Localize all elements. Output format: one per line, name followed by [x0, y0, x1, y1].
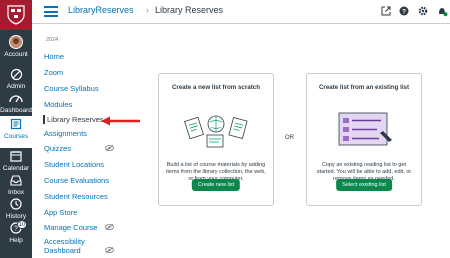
admin-shield-icon: [10, 68, 22, 80]
global-nav: Account Admin Dashboard Courses Calendar…: [0, 0, 32, 258]
nav-inbox-label: Inbox: [8, 189, 24, 196]
create-new-list-card: Create a new list from scratch Build a l…: [158, 73, 274, 206]
top-bar: LibraryReserves › Library Reserves ?: [32, 0, 450, 24]
or-divider: OR: [285, 135, 294, 141]
nav-calendar-label: Calendar: [2, 165, 30, 172]
help-circle-icon[interactable]: ?: [398, 5, 410, 17]
dashboard-icon: [9, 95, 23, 103]
reading-list-illustration-icon: [307, 106, 421, 152]
hidden-eye-icon: [105, 145, 114, 151]
notifications-icon[interactable]: [436, 5, 448, 17]
nav-help[interactable]: ? 10 Help: [0, 220, 32, 252]
book-icon: [10, 118, 22, 130]
open-external-icon[interactable]: [380, 5, 392, 17]
nav-account-label: Account: [4, 51, 28, 58]
red-pointer-arrow-icon: [101, 116, 140, 126]
institution-logo[interactable]: [0, 0, 32, 30]
course-nav-app-store[interactable]: App Store: [44, 208, 77, 217]
course-nav-zoom[interactable]: Zoom: [44, 68, 63, 77]
nav-admin-label: Admin: [6, 83, 26, 90]
nav-help-label: Help: [9, 237, 23, 244]
clock-icon: [10, 198, 22, 210]
help-badge: 10: [17, 220, 27, 229]
inbox-icon: [10, 174, 22, 186]
hidden-eye-icon: [105, 247, 114, 253]
course-nav-home[interactable]: Home: [44, 52, 64, 61]
svg-text:?: ?: [402, 8, 406, 15]
nav-dashboard-label: Dashboard: [0, 107, 32, 114]
nav-history-label: History: [5, 213, 27, 220]
course-nav-student-resources[interactable]: Student Resources: [44, 192, 108, 201]
create-new-list-title: Create a new list from scratch: [171, 84, 261, 91]
hidden-eye-icon: [105, 224, 114, 230]
course-nav-quizzes[interactable]: Quizzes: [44, 144, 71, 153]
course-nav-syllabus[interactable]: Course Syllabus: [44, 84, 99, 93]
create-from-existing-title: Create list from an existing list: [318, 84, 410, 91]
term-label: 2024: [46, 37, 59, 43]
nav-courses-label: Courses: [3, 133, 29, 140]
create-new-list-button[interactable]: Create new list: [191, 179, 241, 191]
calendar-icon: [10, 151, 22, 162]
course-nav-student-locations[interactable]: Student Locations: [44, 160, 104, 169]
documents-illustration-icon: [159, 106, 273, 152]
course-nav: 2024 Home Zoom Course Syllabus Modules L…: [32, 25, 128, 258]
breadcrumb-course[interactable]: LibraryReserves: [68, 5, 134, 15]
nav-account[interactable]: Account: [0, 34, 32, 66]
course-nav-accessibility-dashboard[interactable]: Accessibility Dashboard: [44, 237, 104, 255]
course-nav-manage-course[interactable]: Manage Course: [44, 223, 97, 232]
course-nav-library-reserves[interactable]: Library Reserves: [43, 115, 104, 124]
select-existing-list-button[interactable]: Select existing list: [336, 179, 392, 191]
course-nav-course-evaluations[interactable]: Course Evaluations: [44, 176, 109, 185]
breadcrumb-separator: ›: [146, 5, 149, 15]
course-nav-modules[interactable]: Modules: [44, 100, 72, 109]
avatar: [9, 35, 23, 49]
menu-toggle-icon[interactable]: [44, 6, 58, 17]
create-from-existing-card: Create list from an existing list Copy a…: [306, 73, 422, 206]
breadcrumb-page: Library Reserves: [155, 5, 224, 15]
shield-logo-icon: [7, 5, 25, 25]
settings-gear-icon[interactable]: [417, 5, 429, 17]
nav-courses[interactable]: Courses: [0, 116, 32, 148]
course-nav-assignments[interactable]: Assignments: [44, 129, 87, 138]
